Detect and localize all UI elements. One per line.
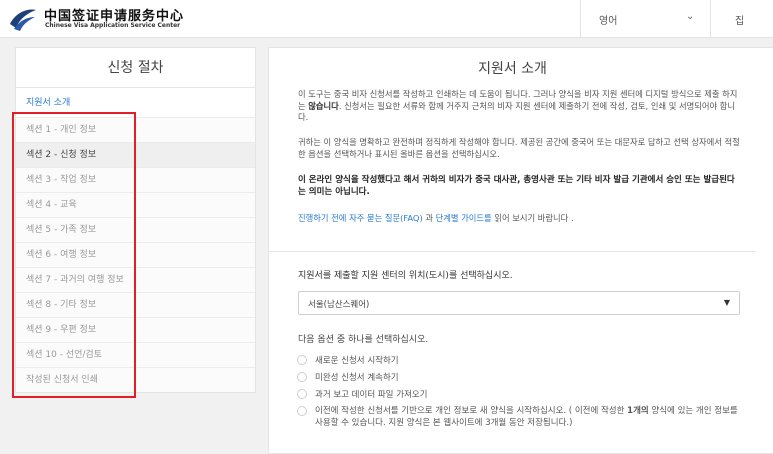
radio-button[interactable]	[297, 406, 307, 416]
guide-link[interactable]: 단계별 가이드를	[436, 213, 492, 223]
opt4-text-a: 이전에 작성한 신청서를 기반으로 개인 정보로 새 양식을 시작하십시오. (…	[315, 406, 628, 416]
location-question: 지원서를 제출할 지원 센터의 위치(도시)를 선택하십시오.	[298, 271, 513, 281]
caret-down-icon: ▼	[723, 298, 730, 307]
sidebar-item-print[interactable]: 작성된 신청서 인쇄	[16, 368, 255, 392]
option-label: 새로운 신청서 시작하기	[315, 356, 399, 366]
sidebar-item-section-9[interactable]: 섹션 9 - 우편 정보	[16, 318, 255, 343]
sidebar-item-intro[interactable]: 지원서 소개	[16, 88, 255, 118]
main-panel: 지원서 소개 이 도구는 중국 비자 신청서를 작성하고 인쇄하는 데 도움이 …	[268, 47, 773, 454]
option-label: 과거 보고 데이터 파일 가져오기	[315, 390, 428, 400]
sidebar-item-section-5[interactable]: 섹션 5 - 가족 정보	[16, 218, 255, 243]
section-divider	[269, 251, 756, 252]
chevron-down-icon: ⌄	[686, 11, 695, 22]
home-link[interactable]: 집	[710, 0, 773, 38]
option-label: 미완성 신청서 계속하기	[315, 373, 399, 383]
sidebar-item-section-2[interactable]: 섹션 2 - 신청 정보	[16, 143, 255, 168]
intro-paragraph-4: 진행하기 전에 자주 묻는 질문(FAQ) 과 단계별 가이드를 읽어 보시기 …	[298, 213, 742, 225]
location-select[interactable]: 서울(남산스퀘어) ▼	[298, 291, 740, 315]
option-label: 이전에 작성한 신청서를 기반으로 개인 정보로 새 양식을 시작하십시오. (…	[315, 405, 745, 429]
sidebar-item-section-10[interactable]: 섹션 10 - 선언/검토	[16, 343, 255, 368]
opt4-emphasis: 1개의	[627, 406, 649, 416]
intro-p1-emphasis: 않습니다	[308, 100, 339, 111]
sidebar-title: 신청 절차	[16, 48, 255, 88]
sidebar-item-section-1[interactable]: 섹션 1 - 개인 정보	[16, 118, 255, 143]
intro-paragraph-3: 이 온라인 양식을 작성했다고 해서 귀하의 비자가 중국 대사관, 총영사관 …	[298, 175, 735, 197]
radio-button[interactable]	[297, 372, 307, 382]
intro-paragraph-2: 귀하는 이 양식을 명확하고 완전하며 정직하게 작성해야 합니다. 제공된 공…	[298, 137, 740, 159]
visa-center-logo-icon[interactable]	[8, 4, 38, 32]
intro-p4-end: 읽어 보시기 바랍니다 .	[491, 213, 574, 223]
faq-link[interactable]: 진행하기 전에 자주 묻는 질문(FAQ)	[298, 213, 423, 223]
top-header: 中国签证申请服务中心 Chinese Visa Application Serv…	[0, 0, 773, 38]
location-select-value: 서울(남산스퀘어)	[308, 300, 370, 310]
language-label: 영어	[599, 16, 618, 27]
sidebar-item-section-6[interactable]: 섹션 6 - 여행 정보	[16, 243, 255, 268]
sidebar-item-section-4[interactable]: 섹션 4 - 교육	[16, 193, 255, 218]
home-label: 집	[735, 16, 745, 27]
intro-p4-connector: 과	[422, 213, 436, 223]
intro-paragraph-1: 이 도구는 중국 비자 신청서를 작성하고 인쇄하는 데 도움이 됩니다. 그러…	[298, 89, 742, 124]
application-steps-sidebar: 신청 절차 지원서 소개 섹션 1 - 개인 정보 섹션 2 - 신청 정보 섹…	[15, 47, 256, 393]
option-question: 다음 옵션 중 하나를 선택하십시오.	[298, 335, 429, 345]
logo-english-text: Chinese Visa Application Service Center	[45, 22, 181, 29]
sidebar-item-section-3[interactable]: 섹션 3 - 작업 정보	[16, 168, 255, 193]
sidebar-item-section-7[interactable]: 섹션 7 - 과거의 여행 정보	[16, 268, 255, 293]
sidebar-item-section-8[interactable]: 섹션 8 - 기타 정보	[16, 293, 255, 318]
radio-button[interactable]	[297, 355, 307, 365]
radio-button[interactable]	[297, 389, 307, 399]
intro-p1-text-c: . 신청서는 필요한 서류와 함께 거주지 근처의 비자 지원 센터에 제출하기…	[298, 100, 736, 123]
page-title: 지원서 소개	[478, 61, 547, 77]
language-selector[interactable]: 영어 ⌄	[580, 0, 710, 38]
